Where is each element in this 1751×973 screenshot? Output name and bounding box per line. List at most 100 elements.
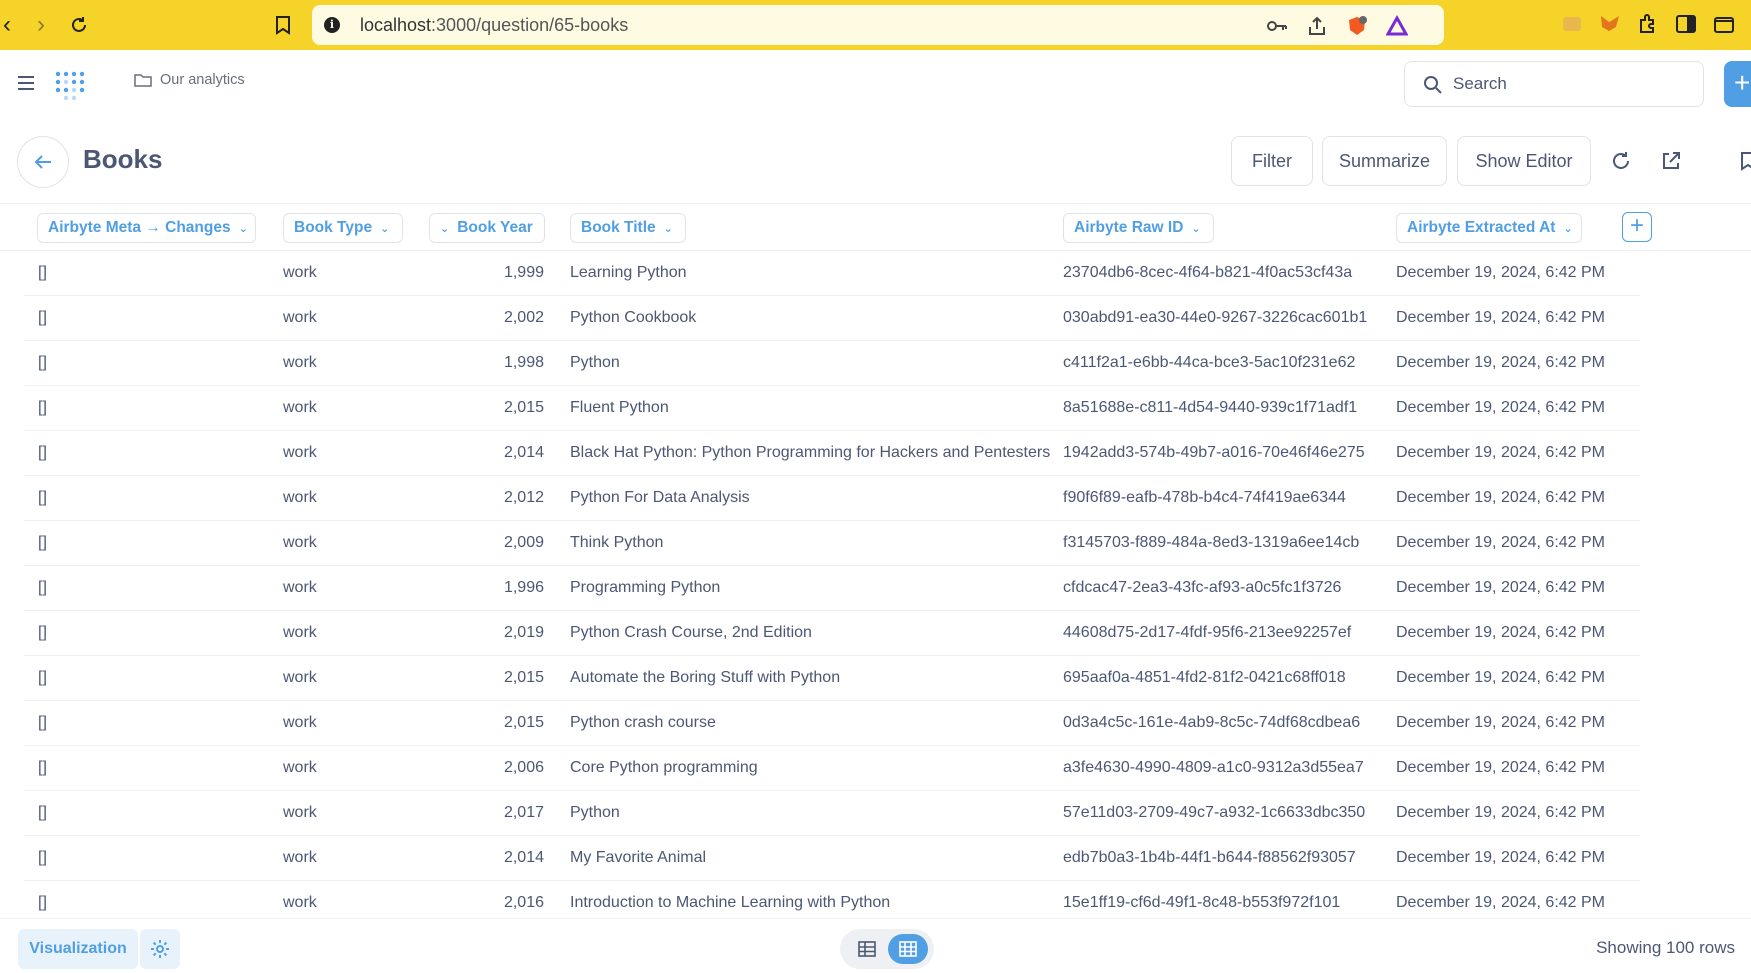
column-header-airbyte-extracted-at[interactable]: Airbyte Extracted At ⌄ — [1396, 213, 1582, 243]
sidebar-toggle-icon[interactable] — [1674, 12, 1698, 36]
cell-book-type[interactable]: work — [283, 894, 317, 912]
cell-book-year[interactable]: 2,006 — [444, 759, 544, 777]
cell-book-title[interactable]: Python Crash Course, 2nd Edition — [570, 624, 812, 642]
cell-book-title[interactable]: Python Cookbook — [570, 309, 696, 327]
cell-book-year[interactable]: 2,002 — [444, 309, 544, 327]
cell-meta[interactable]: [] — [38, 849, 47, 867]
brave-shield-icon[interactable] — [1346, 15, 1368, 37]
cell-raw-id[interactable]: 15e1ff19-cf6d-49f1-8c48-b553f972f101 — [1063, 894, 1340, 912]
refresh-icon[interactable] — [1610, 150, 1632, 172]
cell-extracted-at[interactable]: December 19, 2024, 6:42 PM — [1396, 759, 1605, 777]
cell-book-year[interactable]: 2,019 — [444, 624, 544, 642]
cell-book-type[interactable]: work — [283, 534, 317, 552]
cell-raw-id[interactable]: 8a51688e-c811-4d54-9440-939c1f71adf1 — [1063, 399, 1357, 417]
forward-nav-icon[interactable]: › — [26, 10, 56, 40]
cell-meta[interactable]: [] — [38, 759, 47, 777]
cell-raw-id[interactable]: c411f2a1-e6bb-44ca-bce3-5ac10f231e62 — [1063, 354, 1355, 372]
cell-extracted-at[interactable]: December 19, 2024, 6:42 PM — [1396, 579, 1605, 597]
cell-book-year[interactable]: 2,015 — [444, 399, 544, 417]
cell-book-year[interactable]: 2,009 — [444, 534, 544, 552]
rewards-triangle-icon[interactable] — [1386, 15, 1408, 37]
cell-book-year[interactable]: 2,012 — [444, 489, 544, 507]
cell-meta[interactable]: [] — [38, 399, 47, 417]
breadcrumb-collection[interactable]: Our analytics — [160, 72, 245, 88]
cell-raw-id[interactable]: a3fe4630-4990-4809-a1c0-9312a3d55ea7 — [1063, 759, 1364, 777]
cell-book-title[interactable]: Learning Python — [570, 264, 687, 282]
cell-book-type[interactable]: work — [283, 444, 317, 462]
cell-raw-id[interactable]: edb7b0a3-1b4b-44f1-b644-f88562f93057 — [1063, 849, 1356, 867]
cell-raw-id[interactable]: 1942add3-574b-49b7-a016-70e46f46e275 — [1063, 444, 1365, 462]
cell-extracted-at[interactable]: December 19, 2024, 6:42 PM — [1396, 894, 1605, 912]
cell-meta[interactable]: [] — [38, 669, 47, 687]
cell-meta[interactable]: [] — [38, 714, 47, 732]
cell-raw-id[interactable]: 030abd91-ea30-44e0-9267-3226cac601b1 — [1063, 309, 1367, 327]
cell-meta[interactable]: [] — [38, 534, 47, 552]
cell-book-title[interactable]: Introduction to Machine Learning with Py… — [570, 894, 890, 912]
column-header-book-title[interactable]: Book Title ⌄ — [570, 213, 686, 243]
key-icon[interactable] — [1266, 15, 1288, 37]
cell-meta[interactable]: [] — [38, 894, 47, 912]
table-view-toggle[interactable] — [848, 934, 886, 964]
cell-extracted-at[interactable]: December 19, 2024, 6:42 PM — [1396, 624, 1605, 642]
cell-extracted-at[interactable]: December 19, 2024, 6:42 PM — [1396, 669, 1605, 687]
cell-meta[interactable]: [] — [38, 309, 47, 327]
cell-meta[interactable]: [] — [38, 444, 47, 462]
cell-meta[interactable]: [] — [38, 624, 47, 642]
cell-book-type[interactable]: work — [283, 354, 317, 372]
column-header-airbyte-meta-changes[interactable]: Airbyte Meta → Changes ⌄ — [37, 213, 256, 243]
cell-meta[interactable]: [] — [38, 489, 47, 507]
cell-book-year[interactable]: 2,014 — [444, 444, 544, 462]
column-header-book-type[interactable]: Book Type ⌄ — [283, 213, 403, 243]
cell-extracted-at[interactable]: December 19, 2024, 6:42 PM — [1396, 264, 1605, 282]
menu-icon[interactable] — [18, 76, 34, 90]
breadcrumb[interactable]: Our analytics — [134, 72, 245, 88]
metamask-fox-icon[interactable] — [1598, 12, 1622, 36]
cell-book-title[interactable]: Fluent Python — [570, 399, 669, 417]
cell-book-year[interactable]: 1,999 — [444, 264, 544, 282]
metabase-logo[interactable] — [52, 64, 88, 104]
cell-book-title[interactable]: Core Python programming — [570, 759, 758, 777]
cell-raw-id[interactable]: 23704db6-8cec-4f64-b821-4f0ac53cf43a — [1063, 264, 1352, 282]
cell-book-year[interactable]: 2,015 — [444, 714, 544, 732]
show-editor-button[interactable]: Show Editor — [1457, 136, 1591, 186]
cell-book-type[interactable]: work — [283, 489, 317, 507]
cell-book-type[interactable]: work — [283, 804, 317, 822]
cell-extracted-at[interactable]: December 19, 2024, 6:42 PM — [1396, 354, 1605, 372]
settings-button[interactable] — [140, 929, 180, 969]
cell-raw-id[interactable]: cfdcac47-2ea3-43fc-af93-a0c5fc1f3726 — [1063, 579, 1341, 597]
cell-book-title[interactable]: Think Python — [570, 534, 663, 552]
cell-raw-id[interactable]: 695aaf0a-4851-4fd2-81f2-0421c68ff018 — [1063, 669, 1346, 687]
cell-extracted-at[interactable]: December 19, 2024, 6:42 PM — [1396, 804, 1605, 822]
extensions-puzzle-icon[interactable] — [1636, 12, 1660, 36]
cell-extracted-at[interactable]: December 19, 2024, 6:42 PM — [1396, 309, 1605, 327]
cell-raw-id[interactable]: 0d3a4c5c-161e-4ab9-8c5c-74df68cdbea6 — [1063, 714, 1360, 732]
cell-extracted-at[interactable]: December 19, 2024, 6:42 PM — [1396, 444, 1605, 462]
cell-book-year[interactable]: 2,017 — [444, 804, 544, 822]
cell-book-title[interactable]: Automate the Boring Stuff with Python — [570, 669, 840, 687]
back-button[interactable] — [17, 136, 69, 188]
column-header-book-year[interactable]: ⌄ Book Year — [429, 213, 545, 243]
cell-meta[interactable]: [] — [38, 354, 47, 372]
cell-extracted-at[interactable]: December 19, 2024, 6:42 PM — [1396, 489, 1605, 507]
cell-extracted-at[interactable]: December 19, 2024, 6:42 PM — [1396, 399, 1605, 417]
cell-meta[interactable]: [] — [38, 264, 47, 282]
cell-book-year[interactable]: 2,015 — [444, 669, 544, 687]
data-view-toggle[interactable] — [888, 934, 928, 964]
cell-raw-id[interactable]: f90f6f89-eafb-478b-b4c4-74f419ae6344 — [1063, 489, 1346, 507]
add-column-button[interactable]: + — [1622, 212, 1652, 242]
url-text[interactable]: localhost:3000/question/65-books — [360, 15, 628, 36]
back-nav-icon[interactable]: ‹ — [0, 10, 22, 40]
visualization-button[interactable]: Visualization — [18, 929, 138, 969]
cell-book-type[interactable]: work — [283, 669, 317, 687]
share-icon[interactable] — [1306, 15, 1328, 37]
site-info-icon[interactable]: i — [324, 17, 340, 33]
cell-raw-id[interactable]: 57e11d03-2709-49c7-a932-1c6633dbc350 — [1063, 804, 1365, 822]
summarize-button[interactable]: Summarize — [1322, 136, 1447, 186]
filter-button[interactable]: Filter — [1231, 136, 1313, 186]
reload-icon[interactable] — [64, 10, 94, 40]
cell-raw-id[interactable]: f3145703-f889-484a-8ed3-1319a6ee14cb — [1063, 534, 1359, 552]
cell-book-title[interactable]: My Favorite Animal — [570, 849, 706, 867]
cell-book-year[interactable]: 1,996 — [444, 579, 544, 597]
cell-extracted-at[interactable]: December 19, 2024, 6:42 PM — [1396, 849, 1605, 867]
cell-book-type[interactable]: work — [283, 264, 317, 282]
